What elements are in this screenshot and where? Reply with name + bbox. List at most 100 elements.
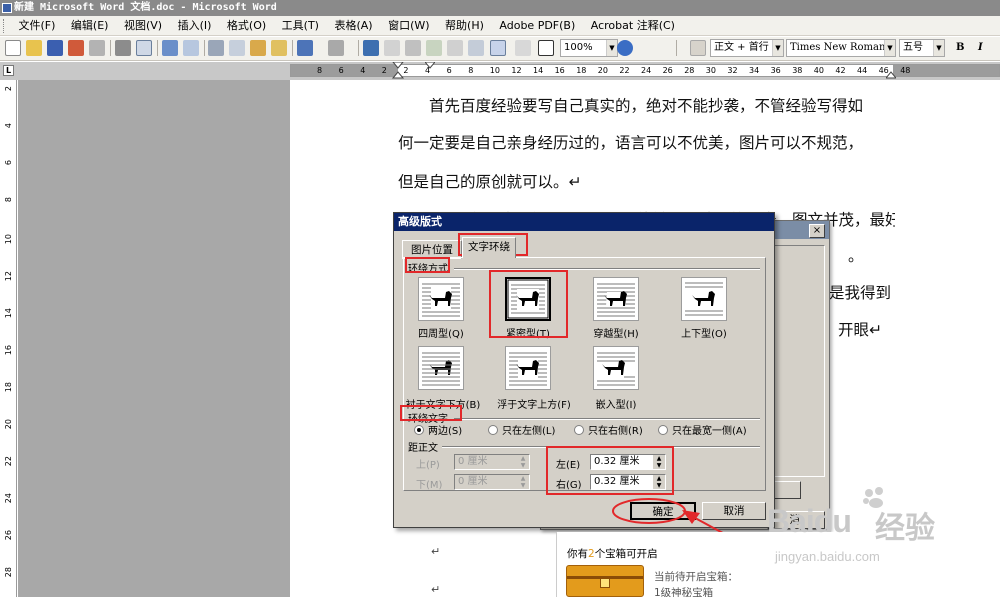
- chevron-down-icon: ▼: [933, 40, 944, 56]
- tab-text-wrapping[interactable]: 文字环绕: [462, 237, 516, 258]
- save-disk-icon[interactable]: [47, 40, 63, 56]
- wrap-option-top-bottom[interactable]: [681, 277, 727, 321]
- word-window: 新建 Microsoft Word 文档.doc - Microsoft Wor…: [0, 0, 1000, 597]
- new-document-icon[interactable]: [5, 40, 21, 56]
- ruler-number: 14: [533, 66, 544, 75]
- distance-label: 距正文: [408, 439, 440, 454]
- print-preview-icon[interactable]: [136, 40, 152, 56]
- dialog-titlebar: 高级版式: [394, 213, 774, 231]
- ruler-number: 6: [338, 66, 344, 75]
- drawing-icon[interactable]: [468, 40, 484, 56]
- undo-icon[interactable]: [297, 40, 313, 56]
- wrap-option-through[interactable]: [593, 277, 639, 321]
- font-value: Times New Roman: [790, 42, 886, 53]
- email-icon[interactable]: [89, 40, 105, 56]
- thumbnails-icon[interactable]: [515, 40, 531, 56]
- radio-right-only[interactable]: 只在右侧(R): [574, 425, 643, 438]
- italic-button[interactable]: I: [978, 40, 983, 56]
- chest-lock-icon: [600, 578, 610, 588]
- ruler-number: 42: [835, 66, 846, 75]
- document-line: 。: [848, 247, 864, 265]
- menu-insert[interactable]: 插入(I): [172, 16, 218, 36]
- vertical-ruler-number: 18: [4, 382, 13, 393]
- first-line-indent-icon[interactable]: [425, 62, 435, 70]
- menu-format[interactable]: 格式(O): [221, 16, 272, 36]
- menu-file[interactable]: 文件(F): [13, 16, 62, 36]
- vertical-ruler-number: 10: [4, 234, 13, 245]
- vertical-ruler-number: 24: [4, 493, 13, 504]
- outside-page-area: [18, 80, 290, 597]
- watermark-cn: 经验: [875, 511, 935, 546]
- vertical-ruler-number: 4: [4, 123, 13, 129]
- research-icon[interactable]: [183, 40, 199, 56]
- indent-marker-icon[interactable]: [392, 62, 404, 80]
- radio-left-only[interactable]: 只在左侧(L): [488, 425, 555, 438]
- vertical-ruler[interactable]: 24681012141618202224262830: [0, 80, 17, 597]
- wrap-option-in-front-text[interactable]: [505, 346, 551, 390]
- treasure-chest-icon[interactable]: [566, 565, 644, 597]
- tab-selector[interactable]: L: [3, 65, 14, 76]
- menu-tools[interactable]: 工具(T): [276, 16, 325, 36]
- vertical-ruler-number: 26: [4, 530, 13, 541]
- insert-excel-icon[interactable]: [426, 40, 442, 56]
- return-mark: ↵: [431, 583, 441, 596]
- redo-icon[interactable]: [328, 40, 344, 56]
- insert-table-icon[interactable]: [405, 40, 421, 56]
- toolbar-separator: [110, 40, 111, 56]
- copy-icon[interactable]: [229, 40, 245, 56]
- menu-help[interactable]: 帮助(H): [439, 16, 490, 36]
- menu-acrobat-comments[interactable]: Acrobat 注释(C): [585, 16, 681, 36]
- ruler-number: 30: [705, 66, 716, 75]
- vertical-ruler-number: 2: [4, 86, 13, 92]
- vertical-ruler-number: 12: [4, 271, 13, 282]
- font-size-select[interactable]: 五号 ▼: [899, 39, 945, 57]
- open-folder-icon[interactable]: [26, 40, 42, 56]
- menu-adobe-pdf[interactable]: Adobe PDF(B): [493, 16, 581, 36]
- menu-bar: 文件(F) 编辑(E) 视图(V) 插入(I) 格式(O) 工具(T) 表格(A…: [0, 16, 1000, 36]
- menu-view[interactable]: 视图(V): [118, 16, 168, 36]
- document-map-icon[interactable]: [490, 40, 506, 56]
- zoom-select[interactable]: 100% ▼: [560, 39, 618, 57]
- menu-edit[interactable]: 编辑(E): [65, 16, 115, 36]
- bottom-distance-input: 0 厘米 ▲ ▼: [454, 474, 530, 490]
- radio-both-sides[interactable]: 两边(S): [414, 425, 462, 438]
- format-painter-icon[interactable]: [271, 40, 287, 56]
- bold-button[interactable]: B: [956, 40, 964, 56]
- watermark-url: jingyan.baidu.com: [775, 549, 880, 564]
- document-line: 开眼↵: [838, 321, 882, 339]
- help-icon[interactable]: [617, 40, 633, 56]
- chevron-down-icon: ▼: [884, 40, 895, 56]
- window-title: 新建 Microsoft Word 文档.doc - Microsoft Wor…: [14, 2, 277, 13]
- menu-window[interactable]: 窗口(W): [382, 16, 435, 36]
- vertical-ruler-number: 8: [4, 197, 13, 203]
- columns-icon[interactable]: [447, 40, 463, 56]
- chest-heading: 你有2个宝箱可开启: [567, 548, 658, 560]
- font-size-value: 五号: [903, 42, 923, 53]
- radio-icon: [574, 425, 584, 435]
- style-select[interactable]: 正文 + 首行 ▼: [710, 39, 784, 57]
- menu-table[interactable]: 表格(A): [328, 16, 378, 36]
- group-divider: [454, 418, 760, 420]
- wrap-option-square[interactable]: [418, 277, 464, 321]
- print-icon[interactable]: [115, 40, 131, 56]
- watermark-brand: Baidu: [767, 503, 852, 539]
- font-select[interactable]: Times New Roman ▼: [786, 39, 896, 57]
- hyperlink-icon[interactable]: [363, 40, 379, 56]
- radio-selected-icon: [414, 425, 424, 435]
- cut-icon[interactable]: [208, 40, 224, 56]
- paste-icon[interactable]: [250, 40, 266, 56]
- ruler-number: 20: [597, 66, 608, 75]
- spelling-icon[interactable]: [162, 40, 178, 56]
- radio-largest-only[interactable]: 只在最宽一侧(A): [658, 425, 747, 438]
- wrap-option-behind-text[interactable]: [418, 346, 464, 390]
- right-indent-icon[interactable]: [886, 69, 896, 79]
- ruler-number: 10: [489, 66, 500, 75]
- permission-icon[interactable]: [68, 40, 84, 56]
- wrap-option-inline[interactable]: [593, 346, 639, 390]
- show-hide-marks-icon[interactable]: [538, 40, 554, 56]
- wrap-label-top-bottom: 上下型(O): [681, 329, 727, 340]
- tables-borders-icon[interactable]: [384, 40, 400, 56]
- return-mark: ↵: [431, 545, 441, 558]
- back-dialog-close-button[interactable]: ×: [809, 224, 825, 238]
- styles-formatting-icon[interactable]: [690, 40, 706, 56]
